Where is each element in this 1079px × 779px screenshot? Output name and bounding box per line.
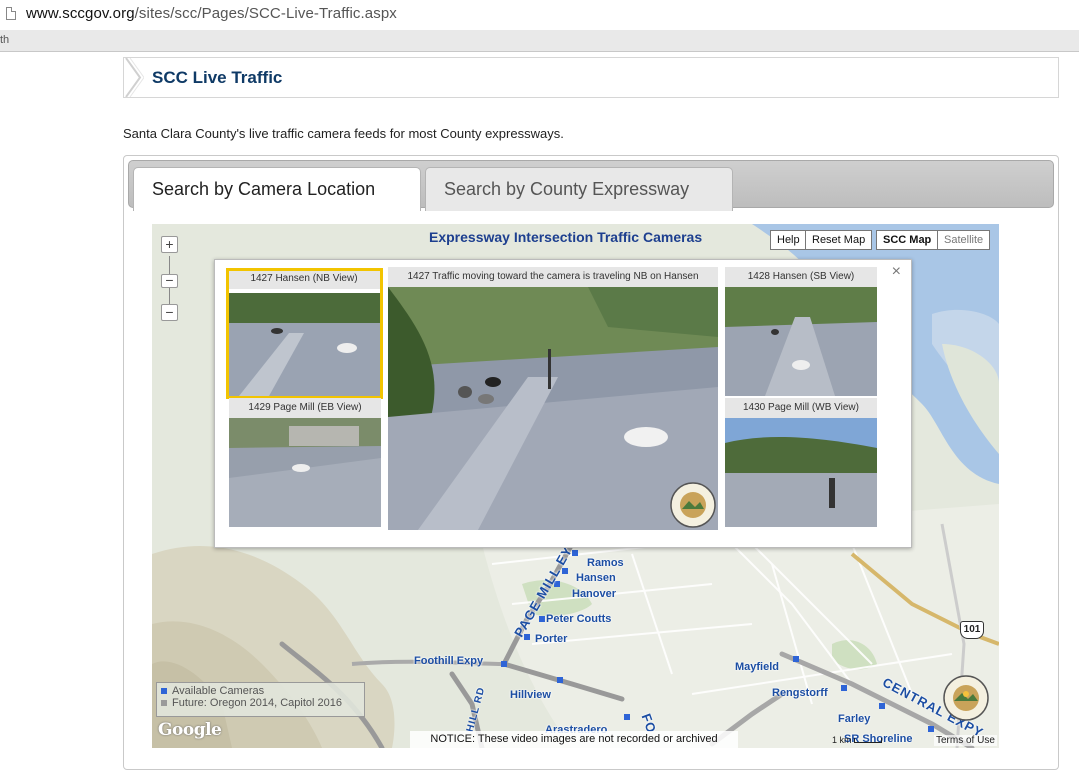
place-foothill-expy[interactable]: Foothill Expy — [414, 655, 483, 667]
available-swatch — [161, 688, 167, 695]
tab-strip: Search by Camera Location Search by Coun… — [128, 160, 1054, 211]
reset-map-button[interactable]: Reset Map — [805, 230, 873, 250]
place-hanover[interactable]: Hanover — [572, 588, 616, 600]
scc-map-button[interactable]: SCC Map — [876, 230, 939, 250]
place-hansen[interactable]: Hansen — [576, 572, 616, 584]
zoom-slider-handle[interactable]: − — [161, 273, 178, 288]
place-ramos[interactable]: Ramos — [587, 557, 624, 569]
camera-label-1428-sb: 1428 Hansen (SB View) — [725, 267, 877, 287]
close-icon[interactable]: × — [892, 263, 901, 281]
help-button[interactable]: Help — [770, 230, 807, 250]
place-peter-coutts[interactable]: Peter Coutts — [546, 613, 611, 625]
camera-label-1429-eb: 1429 Page Mill (EB View) — [229, 398, 381, 418]
title-chevron-icon — [125, 58, 144, 97]
camera-pin-arastradero[interactable] — [624, 714, 630, 720]
camera-thumbnail-1427-nb[interactable] — [226, 268, 383, 399]
page-title-box: SCC Live Traffic — [123, 57, 1059, 98]
county-seal-icon — [943, 675, 989, 721]
tab-camera-location[interactable]: Search by Camera Location — [133, 167, 421, 211]
legend-future: Future: Oregon 2014, Capitol 2016 — [172, 697, 343, 709]
page-icon — [6, 7, 16, 20]
zoom-out-button[interactable]: − — [161, 304, 178, 321]
camera-pin-rengstorff[interactable] — [841, 685, 847, 691]
place-porter[interactable]: Porter — [535, 633, 567, 645]
map-legend: Available Cameras Future: Oregon 2014, C… — [156, 682, 365, 717]
camera-pin-foothill[interactable] — [501, 661, 507, 667]
camera-popup: × 1427 Hansen (NB View) 1427 Traffic mov… — [214, 259, 912, 548]
tab-county-expressway[interactable]: Search by County Expressway — [425, 167, 733, 211]
address-bar[interactable]: www.sccgov.org/sites/scc/Pages/SCC-Live-… — [0, 0, 1079, 30]
terms-of-use-link[interactable]: Terms of Use — [934, 735, 997, 746]
google-logo[interactable]: Google — [158, 720, 222, 740]
recording-notice: NOTICE: These video images are not recor… — [410, 731, 738, 748]
bookmark-fragment[interactable]: th — [0, 34, 9, 46]
camera-thumbnail-1430-wb[interactable] — [725, 418, 877, 527]
legend-available: Available Cameras — [172, 685, 265, 697]
page-title: SCC Live Traffic — [152, 68, 283, 87]
highway-101-shield: 101 — [960, 621, 984, 639]
camera-pin-mayfield[interactable] — [793, 656, 799, 662]
url-host: www.sccgov.org — [26, 5, 135, 22]
camera-pin-hillview[interactable] — [557, 677, 563, 683]
scale-label: 1 km — [832, 735, 852, 745]
zoom-in-button[interactable]: + — [161, 236, 178, 253]
satellite-button[interactable]: Satellite — [937, 230, 991, 250]
map-scale: 1 km — [832, 735, 883, 745]
camera-pin-farley[interactable] — [879, 703, 885, 709]
camera-label-1430-wb: 1430 Page Mill (WB View) — [725, 398, 877, 418]
url-text[interactable]: www.sccgov.org/sites/scc/Pages/SCC-Live-… — [26, 5, 397, 22]
camera-pin-shoreline[interactable] — [928, 726, 934, 732]
place-hillview[interactable]: Hillview — [510, 689, 551, 701]
intro-text: Santa Clara County's live traffic camera… — [123, 126, 564, 141]
map-title: Expressway Intersection Traffic Cameras — [429, 229, 703, 245]
camera-main-view[interactable] — [388, 287, 718, 530]
camera-thumbnail-1429-eb[interactable] — [229, 418, 381, 527]
camera-label-1427-main: 1427 Traffic moving toward the camera is… — [388, 267, 718, 287]
traffic-map[interactable]: Expressway Intersection Traffic Cameras … — [152, 224, 999, 748]
url-path: /sites/scc/Pages/SCC-Live-Traffic.aspx — [134, 5, 397, 22]
place-rengstorff[interactable]: Rengstorff — [772, 687, 828, 699]
place-mayfield[interactable]: Mayfield — [735, 661, 779, 673]
camera-pin-peter-coutts[interactable] — [539, 616, 545, 622]
place-farley[interactable]: Farley — [838, 713, 870, 725]
bookmarks-bar: th — [0, 30, 1079, 52]
camera-thumbnail-1428-sb[interactable] — [725, 287, 877, 396]
future-swatch — [161, 700, 167, 707]
